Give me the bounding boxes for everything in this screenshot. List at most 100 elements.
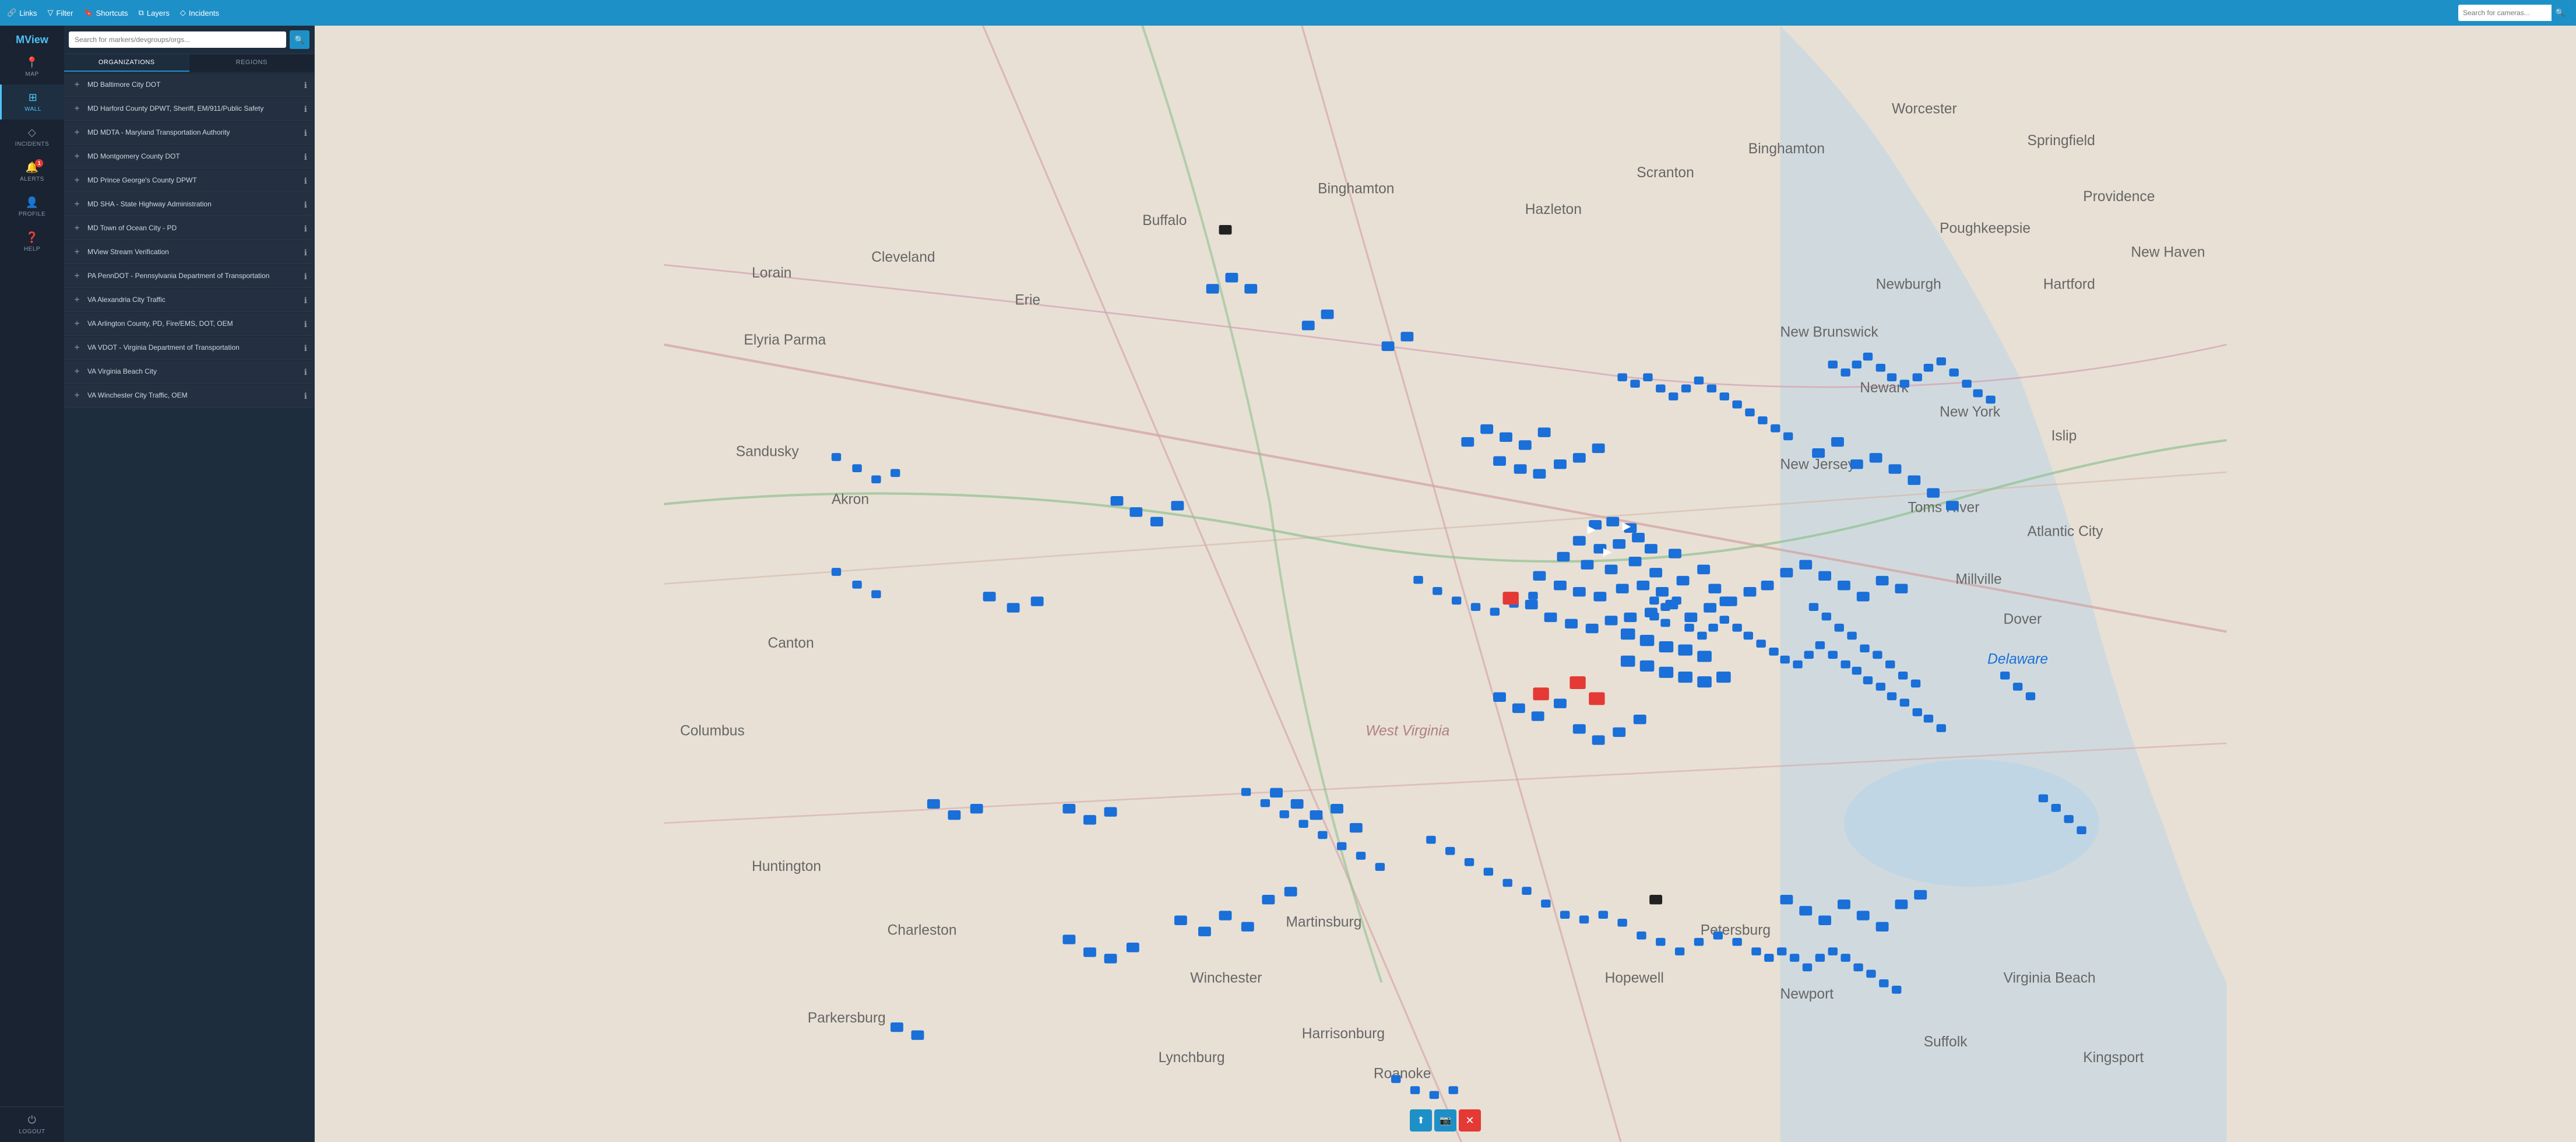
svg-text:Lorain: Lorain [752,265,791,281]
item-label: PA PennDOT - Pennsylvania Department of … [87,272,300,281]
nav-filter[interactable]: ▽ Filter [48,8,73,17]
plus-icon[interactable]: + [71,343,83,353]
svg-text:Scranton: Scranton [1637,165,1694,181]
svg-text:▶: ▶ [1587,523,1596,536]
svg-text:Suffolk: Suffolk [1924,1034,1968,1050]
nav-layers[interactable]: ⧉ Layers [139,8,170,17]
panel-search-input[interactable] [69,31,286,48]
svg-text:New Haven: New Haven [2131,245,2205,261]
map-control-camera[interactable]: 📷 [1434,1109,1456,1132]
info-icon[interactable]: ℹ [304,367,307,377]
list-item[interactable]: + MView Stream Verification ℹ [64,241,314,264]
sidebar-item-wall[interactable]: ⊞ WALL [0,85,64,120]
nav-incidents[interactable]: ◇ Incidents [180,8,219,17]
sidebar-item-map[interactable]: 📍 MAP [0,50,64,85]
svg-text:Huntington: Huntington [752,859,821,874]
tab-organizations[interactable]: ORGANIZATIONS [64,54,189,72]
sidebar-item-help[interactable]: ❓ HELP [0,224,64,259]
svg-text:Providence: Providence [2083,189,2155,205]
map-control-close[interactable]: ✕ [1459,1109,1481,1132]
list-item[interactable]: + VA Arlington County, PD, Fire/EMS, DOT… [64,313,314,336]
plus-icon[interactable]: + [71,104,83,114]
top-nav: 🔗 Links ▽ Filter 🔖 Shortcuts ⧉ Layers ◇ … [0,0,2576,26]
list-item[interactable]: + MD MDTA - Maryland Transportation Auth… [64,122,314,145]
map-control-up[interactable]: ⬆ [1410,1109,1432,1132]
map-area[interactable]: Lorain Cleveland Elyria Parma Sandusky A… [315,26,2576,1142]
svg-text:Canton: Canton [768,635,814,651]
svg-text:Kingsport: Kingsport [2083,1050,2144,1066]
list-item[interactable]: + MD Prince George's County DPWT ℹ [64,170,314,192]
svg-text:Millville: Millville [1955,572,2001,588]
links-label: Links [19,9,37,17]
plus-icon[interactable]: + [71,199,83,210]
svg-text:Delaware: Delaware [1987,651,2048,667]
list-item[interactable]: + VA Virginia Beach City ℹ [64,361,314,384]
sidebar-bottom: ⏻ LOGOUT [0,1106,64,1142]
list-item[interactable]: + MD Montgomery County DOT ℹ [64,146,314,168]
map-svg: Lorain Cleveland Elyria Parma Sandusky A… [315,26,2576,1142]
profile-icon: 👤 [26,196,39,209]
info-icon[interactable]: ℹ [304,272,307,282]
item-label: MD Prince George's County DPWT [87,176,300,185]
list-item[interactable]: + MD Town of Ocean City - PD ℹ [64,217,314,240]
list-item[interactable]: + MD SHA - State Highway Administration … [64,194,314,216]
svg-text:Binghamton: Binghamton [1318,181,1394,196]
info-icon[interactable]: ℹ [304,200,307,210]
svg-text:Hartford: Hartford [2043,276,2095,292]
plus-icon[interactable]: + [71,152,83,162]
camera-search-input[interactable] [2458,5,2552,21]
svg-text:New York: New York [1940,404,2001,420]
plus-icon[interactable]: + [71,175,83,186]
sidebar-item-logout[interactable]: ⏻ LOGOUT [0,1106,64,1142]
info-icon[interactable]: ℹ [304,104,307,114]
svg-text:Virginia Beach: Virginia Beach [2004,970,2096,986]
plus-icon[interactable]: + [71,319,83,329]
sidebar-item-incidents[interactable]: ◇ INCIDENTS [0,120,64,154]
plus-icon[interactable]: + [71,128,83,138]
info-icon[interactable]: ℹ [304,296,307,305]
shortcuts-icon: 🔖 [83,8,93,17]
svg-text:Springfield: Springfield [2028,133,2095,149]
panel-search-button[interactable]: 🔍 [290,30,309,49]
plus-icon[interactable]: + [71,80,83,90]
plus-icon[interactable]: + [71,367,83,377]
item-label: VA VDOT - Virginia Department of Transpo… [87,343,300,353]
info-icon[interactable]: ℹ [304,176,307,186]
sidebar-item-profile[interactable]: 👤 PROFILE [0,189,64,224]
list-item[interactable]: + MD Harford County DPWT, Sheriff, EM/91… [64,98,314,121]
map-controls: ⬆ 📷 ✕ [1410,1109,1481,1132]
list-item[interactable]: + MD Baltimore City DOT ℹ [64,74,314,97]
info-icon[interactable]: ℹ [304,80,307,90]
nav-links[interactable]: 🔗 Links [7,8,37,17]
plus-icon[interactable]: + [71,391,83,401]
info-icon[interactable]: ℹ [304,343,307,353]
nav-shortcuts[interactable]: 🔖 Shortcuts [83,8,128,17]
info-icon[interactable]: ℹ [304,224,307,234]
tab-regions[interactable]: REGIONS [189,54,315,72]
info-icon[interactable]: ℹ [304,152,307,162]
plus-icon[interactable]: + [71,271,83,282]
svg-text:Charleston: Charleston [888,922,957,938]
plus-icon[interactable]: + [71,295,83,305]
list-item[interactable]: + VA Alexandria City Traffic ℹ [64,289,314,312]
item-label: MD Baltimore City DOT [87,80,300,90]
app-logo: MView [0,30,64,50]
camera-search-button[interactable]: 🔍 [2552,5,2569,21]
info-icon[interactable]: ℹ [304,319,307,329]
info-icon[interactable]: ℹ [304,248,307,258]
shortcuts-label: Shortcuts [96,9,128,17]
item-label: MD Harford County DPWT, Sheriff, EM/911/… [87,104,300,114]
item-label: MView Stream Verification [87,248,300,257]
svg-text:Parkersburg: Parkersburg [808,1010,886,1026]
sidebar-item-alerts[interactable]: 🔔 1 ALERTS [0,154,64,189]
info-icon[interactable]: ℹ [304,391,307,401]
list-item[interactable]: + VA Winchester City Traffic, OEM ℹ [64,385,314,407]
svg-text:Toms River: Toms River [1908,500,1979,515]
plus-icon[interactable]: + [71,247,83,258]
list-item[interactable]: + VA VDOT - Virginia Department of Trans… [64,337,314,360]
item-label: VA Alexandria City Traffic [87,296,300,305]
plus-icon[interactable]: + [71,223,83,234]
svg-text:Binghamton: Binghamton [1748,141,1825,157]
info-icon[interactable]: ℹ [304,128,307,138]
list-item[interactable]: + PA PennDOT - Pennsylvania Department o… [64,265,314,288]
